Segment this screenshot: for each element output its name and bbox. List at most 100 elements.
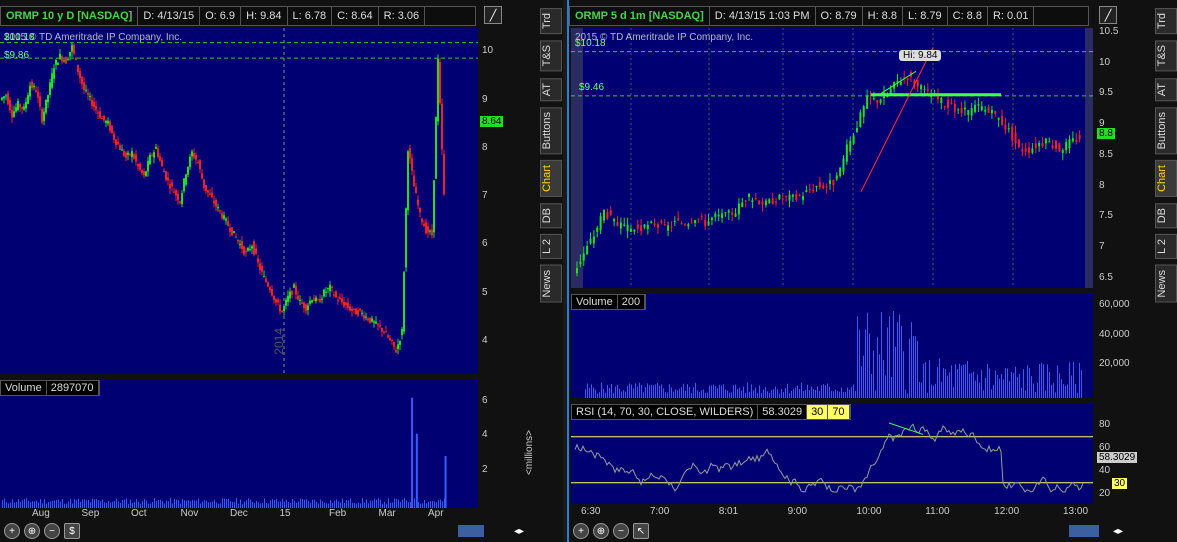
tab-ts[interactable]: T&S: [540, 40, 562, 72]
candle-body: [393, 341, 395, 347]
tab-l2[interactable]: L 2: [1155, 234, 1177, 260]
right-price-area[interactable]: 2015 © TD Ameritrade IP Company, Inc. $1…: [571, 28, 1093, 288]
right-cursor-icon[interactable]: ↖: [633, 523, 649, 539]
candle-body: [235, 236, 237, 238]
right-scrollbar[interactable]: [1069, 525, 1099, 537]
candle-body: [1028, 147, 1031, 154]
candle-body: [862, 106, 865, 117]
volume-bar: [308, 500, 309, 508]
candle-body: [237, 239, 239, 242]
left-zoom-box-icon[interactable]: ⊕: [24, 523, 40, 539]
y-tick-label: 40: [1099, 465, 1111, 477]
candle-body: [345, 302, 347, 306]
candle-body: [704, 219, 707, 227]
volume-bar: [342, 498, 343, 508]
tab-news[interactable]: News: [540, 265, 562, 303]
tab-ts[interactable]: T&S: [1155, 40, 1177, 72]
candle-body: [13, 111, 15, 117]
candle-body: [974, 104, 977, 112]
candle-body: [273, 295, 275, 301]
volume-bar: [1051, 384, 1052, 398]
candle-body: [157, 148, 159, 157]
tab-db[interactable]: DB: [1155, 202, 1177, 229]
volume-bar: [88, 499, 89, 508]
left-open: O: 6.9: [200, 7, 242, 25]
volume-bar: [987, 364, 988, 398]
candle-body: [87, 93, 89, 95]
tab-trd[interactable]: Trd: [540, 8, 562, 35]
volume-bar: [753, 390, 754, 398]
left-scrollbar[interactable]: [458, 525, 484, 537]
volume-bar: [725, 389, 726, 398]
candle-body: [285, 299, 287, 306]
candle-body: [119, 145, 121, 150]
tab-chart[interactable]: Chart: [540, 160, 562, 197]
tab-at[interactable]: AT: [540, 77, 562, 101]
candle-body: [231, 227, 233, 236]
tab-news[interactable]: News: [1155, 265, 1177, 303]
right-zoom-in-icon[interactable]: +: [573, 523, 589, 539]
x-tick-label: Feb: [329, 508, 347, 519]
left-volume-area[interactable]: [0, 380, 478, 508]
volume-bar: [398, 499, 399, 508]
tab-l2[interactable]: L 2: [540, 234, 562, 260]
candle-body: [299, 299, 301, 301]
left-expand-icon[interactable]: ◂▸: [514, 526, 524, 537]
candle-body: [103, 115, 105, 121]
right-zoom-box-icon[interactable]: ⊕: [593, 523, 609, 539]
candle-body: [101, 117, 103, 119]
right-zoom-out-icon[interactable]: −: [613, 523, 629, 539]
candle-body: [579, 261, 582, 265]
candle-body: [1001, 115, 1004, 126]
tab-buttons[interactable]: Buttons: [540, 106, 562, 155]
volume-bar: [953, 387, 954, 398]
volume-bar: [831, 390, 832, 398]
candle-body: [43, 111, 45, 121]
candle-body: [291, 290, 293, 295]
candle-body: [27, 95, 29, 104]
volume-bar: [929, 360, 930, 398]
volume-bar: [256, 500, 257, 508]
candle-body: [754, 198, 757, 200]
left-zoom-out-icon[interactable]: −: [44, 523, 60, 539]
candle-body: [169, 184, 171, 189]
tab-chart[interactable]: Chart: [1155, 160, 1177, 197]
volume-bar: [761, 393, 762, 398]
volume-bar: [613, 392, 614, 398]
volume-bar: [224, 498, 225, 508]
candle-body: [347, 302, 349, 308]
tab-buttons[interactable]: Buttons: [1155, 106, 1177, 155]
volume-bar: [1029, 367, 1030, 398]
left-zoom-in-icon[interactable]: +: [4, 523, 20, 539]
volume-bar: [1069, 362, 1070, 398]
left-drawing-tool-icon[interactable]: ╱: [484, 6, 502, 24]
right-volume-yaxis: 20,000 40,000 60,000: [1095, 294, 1155, 398]
candle-body: [369, 317, 371, 323]
candle-body: [411, 158, 413, 171]
tab-trd[interactable]: Trd: [1155, 8, 1177, 35]
volume-bar: [182, 498, 183, 508]
left-price-area[interactable]: 2015 © TD Ameritrade IP Company, Inc. $1…: [0, 28, 478, 374]
candle-body: [271, 289, 273, 296]
left-price-axis-icon[interactable]: $: [64, 523, 80, 539]
tab-at[interactable]: AT: [1155, 77, 1177, 101]
tab-db[interactable]: DB: [540, 202, 562, 229]
right-drawing-tool-icon[interactable]: ╱: [1099, 6, 1117, 24]
candle-body: [93, 101, 95, 107]
right-expand-icon[interactable]: ◂▸: [1113, 526, 1123, 537]
candle-body: [629, 228, 632, 232]
candle-body: [383, 331, 385, 333]
volume-bar: [130, 499, 131, 508]
right-volume-area[interactable]: [571, 294, 1093, 398]
volume-bar: [827, 383, 828, 398]
right-symbol[interactable]: ORMP 5 d 1m [NASDAQ]: [570, 7, 710, 25]
volume-bar: [637, 386, 638, 398]
candle-body: [707, 221, 710, 226]
candle-body: [690, 222, 693, 224]
volume-bar: [625, 391, 626, 398]
volume-bar: [1047, 364, 1048, 398]
candle-body: [798, 195, 801, 197]
left-symbol[interactable]: ORMP 10 y D [NASDAQ]: [1, 7, 139, 25]
volume-bar: [587, 383, 588, 398]
volume-spike: [415, 433, 418, 508]
